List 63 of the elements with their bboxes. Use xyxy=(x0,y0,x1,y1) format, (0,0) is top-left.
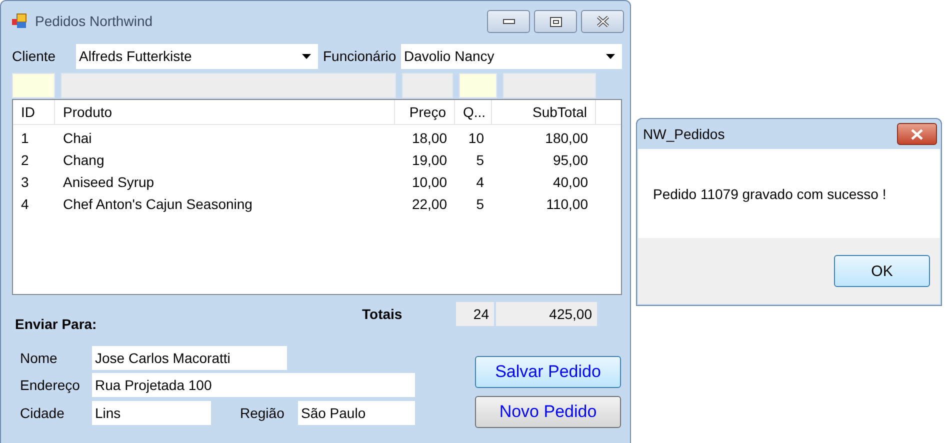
total-field: 425,00 xyxy=(496,302,597,326)
table-cell-text: Aniseed Syrup xyxy=(62,174,156,190)
field-label: Nome xyxy=(20,350,58,366)
maximize-icon xyxy=(550,16,562,26)
field-label: Cliente xyxy=(12,48,57,64)
table-cell-text: 4 xyxy=(20,196,30,212)
dialog-title: NW_Pedidos xyxy=(643,126,725,142)
column-header[interactable]: Preço xyxy=(395,100,455,124)
input-field[interactable]: Jose Carlos Macoratti xyxy=(92,346,287,370)
table-cell-text: 22,00 xyxy=(410,196,448,212)
dialog-message: Pedido 11079 gravado com sucesso ! xyxy=(653,186,886,202)
minimize-button[interactable] xyxy=(487,10,530,33)
dropdown-arrow-icon xyxy=(606,54,615,58)
maximize-button[interactable] xyxy=(534,10,577,33)
totals-label: Totais xyxy=(362,306,404,322)
input-field[interactable] xyxy=(402,73,453,98)
table-cell-text: 5 xyxy=(475,152,485,168)
field-label: Endereço xyxy=(20,376,81,392)
dropdown[interactable]: Alfreds Futterkiste xyxy=(76,44,318,68)
input-field[interactable] xyxy=(503,73,596,98)
table-cell-text: 110,00 xyxy=(545,196,589,212)
input-field[interactable] xyxy=(12,73,55,98)
column-header[interactable]: Produto xyxy=(55,100,395,124)
table-cell-text: Chef Anton's Cajun Seasoning xyxy=(62,196,254,212)
table-cell-text: 1 xyxy=(20,130,30,146)
input-field[interactable]: Rua Projetada 100 xyxy=(92,372,415,396)
table-cell-text: 5 xyxy=(475,196,485,212)
table-cell-text: 10 xyxy=(467,130,485,146)
section-heading: Enviar Para: xyxy=(15,316,98,334)
field-label: Funcionário xyxy=(323,48,398,64)
column-header[interactable]: Q... xyxy=(455,100,492,124)
table-cell-text: 19,00 xyxy=(410,152,448,168)
table-cell-text: Chang xyxy=(62,152,106,168)
action-button[interactable]: Salvar Pedido xyxy=(475,356,621,388)
table-cell-text: 180,00 xyxy=(544,130,589,146)
input-field[interactable]: Lins xyxy=(92,400,211,424)
table-cell-text: 40,00 xyxy=(552,174,589,190)
close-icon xyxy=(596,16,608,27)
dropdown-arrow-icon xyxy=(302,54,311,58)
column-header[interactable]: ID xyxy=(13,100,55,124)
table-cell-text: 2 xyxy=(20,152,30,168)
input-field[interactable]: São Paulo xyxy=(298,400,415,424)
table-cell-text: 18,00 xyxy=(410,130,448,146)
table-cell-text: 10,00 xyxy=(410,174,448,190)
window-title: Pedidos Northwind xyxy=(35,13,153,29)
table-cell-text: Chai xyxy=(62,130,93,146)
ok-button[interactable]: OK xyxy=(834,255,930,287)
close-button[interactable] xyxy=(897,123,937,145)
total-field: 24 xyxy=(456,302,494,326)
close-icon xyxy=(910,128,924,140)
field-label: Região xyxy=(240,404,286,420)
field-label: Cidade xyxy=(20,404,66,420)
action-button[interactable]: Novo Pedido xyxy=(475,396,621,428)
minimize-icon xyxy=(502,19,514,24)
dropdown[interactable]: Davolio Nancy xyxy=(401,44,622,68)
table-cell-text: 4 xyxy=(475,174,485,190)
input-field[interactable] xyxy=(459,73,497,98)
app-icon xyxy=(11,13,27,29)
column-header[interactable]: SubTotal xyxy=(492,100,596,124)
table-cell-text: 95,00 xyxy=(552,152,589,168)
input-field[interactable] xyxy=(61,73,396,98)
table-cell-text: 3 xyxy=(20,174,30,190)
close-button[interactable] xyxy=(581,10,624,33)
